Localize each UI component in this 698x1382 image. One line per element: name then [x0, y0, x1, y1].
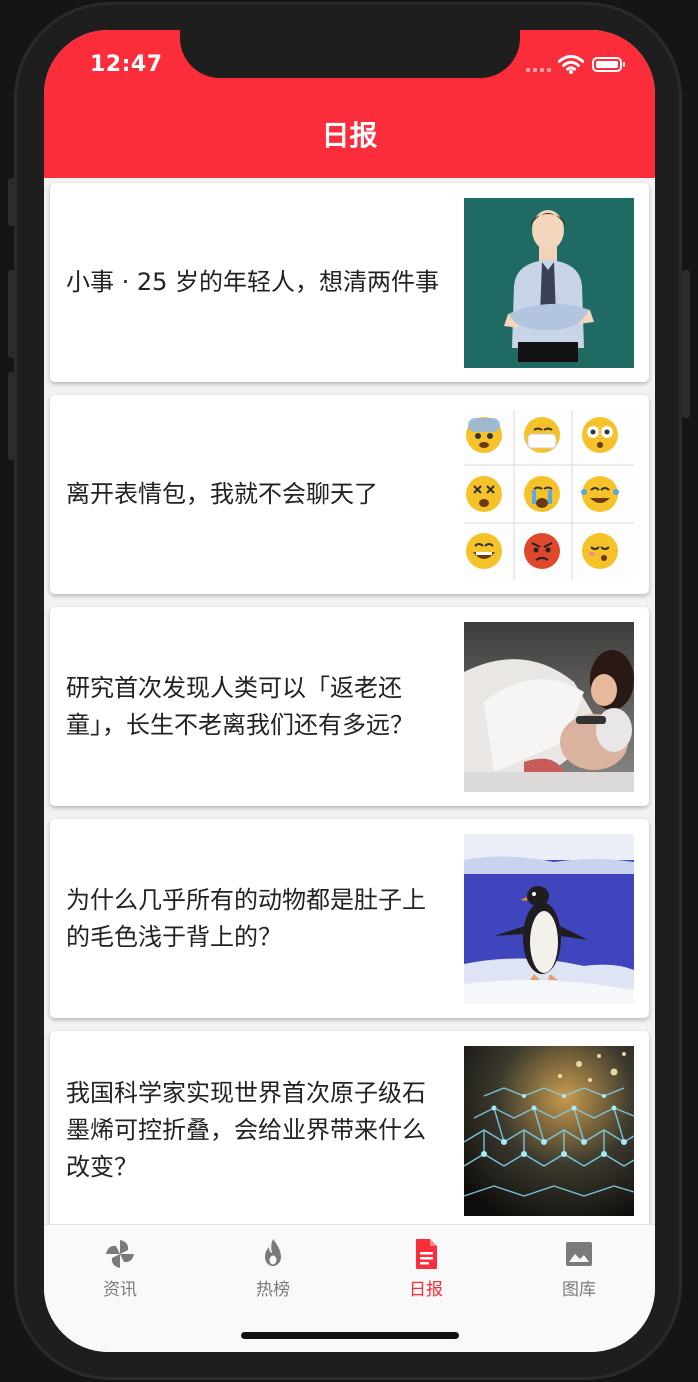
article-card[interactable]: 小事 · 25 岁的年轻人，想清两件事: [50, 183, 649, 382]
battery-icon: [592, 57, 625, 72]
elderly-man-and-woman-photo: [464, 622, 634, 792]
flame-icon: [265, 1239, 281, 1266]
tab-gallery[interactable]: 图库: [529, 1237, 629, 1300]
article-thumbnail: [464, 198, 634, 368]
wifi-icon: [558, 55, 584, 74]
penguin-photo: [464, 834, 634, 1004]
tab-hot[interactable]: 热榜: [223, 1237, 323, 1300]
power-button: [682, 270, 690, 418]
nav-bar: 日报: [44, 110, 655, 178]
article-card[interactable]: 离开表情包，我就不会聊天了: [50, 395, 649, 594]
screen: 12:47 日报 小事 · 25 岁的年轻人，想清两件事 离开表情包，我就不会聊…: [44, 30, 655, 1352]
tab-news[interactable]: 资讯: [70, 1237, 170, 1300]
tab-label: 日报: [409, 1280, 443, 1300]
tab-label: 热榜: [256, 1280, 290, 1300]
tab-label: 资讯: [103, 1280, 137, 1300]
document-icon: [416, 1239, 437, 1269]
tab-daily[interactable]: 日报: [376, 1237, 476, 1300]
article-card[interactable]: 我国科学家实现世界首次原子级石墨烯可控折叠，会给业界带来什么改变？: [50, 1031, 649, 1224]
article-thumbnail: [464, 410, 634, 580]
graphene-lattice-image: [464, 1046, 634, 1216]
tab-label: 图库: [562, 1280, 596, 1300]
cellular-signal-icon: [526, 68, 551, 72]
article-card[interactable]: 为什么几乎所有的动物都是肚子上的毛色浅于背上的？: [50, 819, 649, 1018]
silent-switch: [8, 178, 16, 226]
volume-down-button: [8, 372, 16, 460]
home-indicator[interactable]: [241, 1332, 459, 1339]
article-title: 离开表情包，我就不会聊天了: [66, 480, 378, 508]
article-thumbnail: [464, 834, 634, 1004]
emoji-grid: [464, 410, 634, 580]
volume-up-button: [8, 270, 16, 358]
article-title: 为什么几乎所有的动物都是肚子上的毛色浅于背上的？: [66, 885, 426, 951]
status-time: 12:47: [90, 52, 163, 77]
article-thumbnail: [464, 622, 634, 792]
man-in-shirt-illustration: [464, 198, 634, 368]
article-title: 小事 · 25 岁的年轻人，想清两件事: [66, 268, 440, 296]
status-bar: 12:47: [44, 30, 655, 110]
image-icon: [566, 1242, 592, 1266]
pinwheel-icon: [106, 1240, 134, 1268]
article-thumbnail: [464, 1046, 634, 1216]
article-title: 研究首次发现人类可以「返老还童」，长生不老离我们还有多远？: [66, 673, 414, 739]
article-title: 我国科学家实现世界首次原子级石墨烯可控折叠，会给业界带来什么改变？: [66, 1079, 426, 1181]
notch: [180, 30, 520, 78]
page-title: 日报: [321, 119, 378, 152]
article-list[interactable]: 小事 · 25 岁的年轻人，想清两件事 离开表情包，我就不会聊天了 研究首次发现…: [44, 178, 655, 1224]
article-card[interactable]: 研究首次发现人类可以「返老还童」，长生不老离我们还有多远？: [50, 607, 649, 806]
